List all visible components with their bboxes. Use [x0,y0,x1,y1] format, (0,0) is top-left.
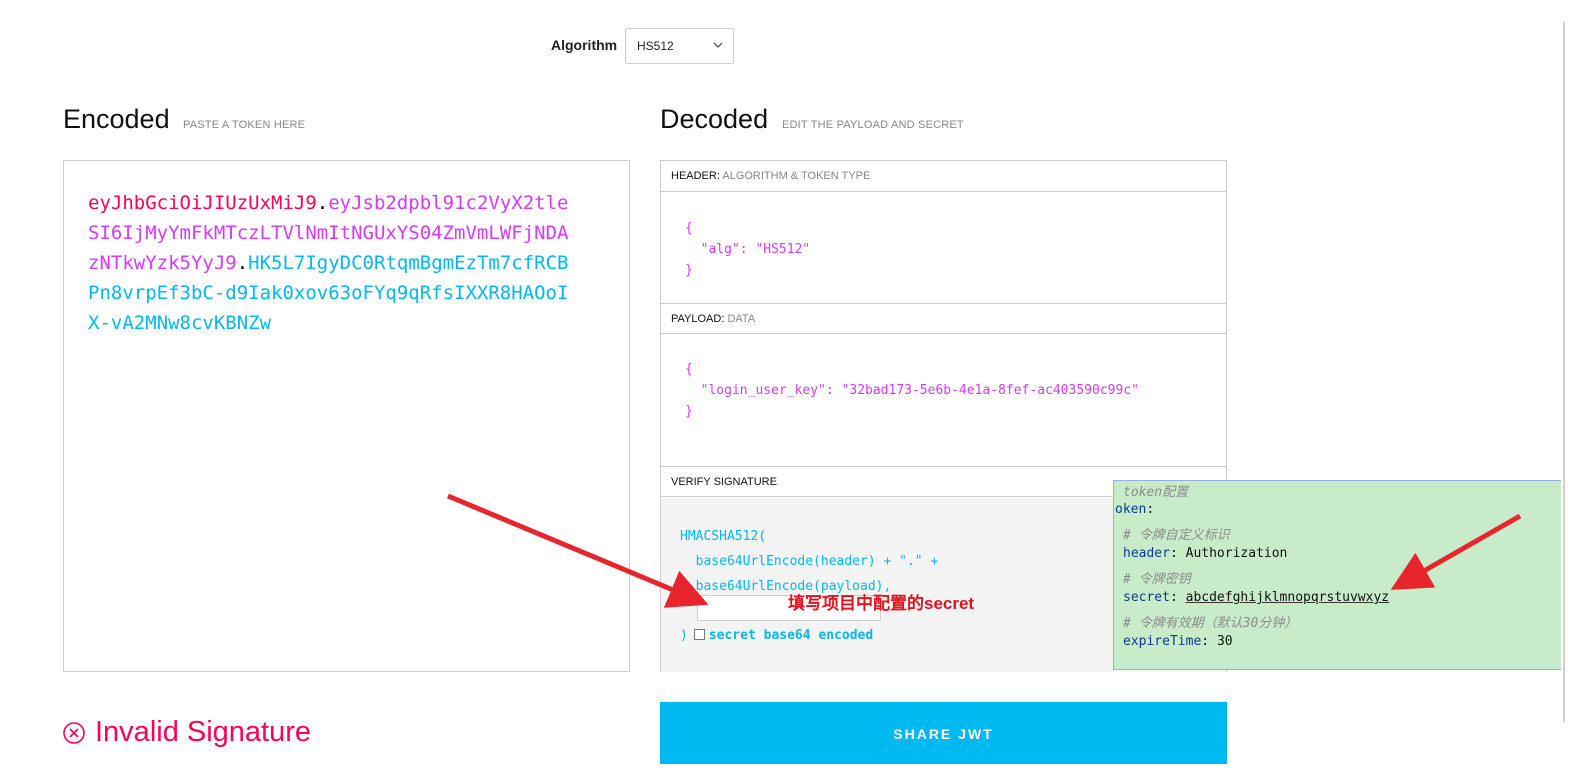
arrow-right-icon [1390,513,1522,590]
arrow-left-icon [447,493,709,608]
invalid-signature-text: Invalid Signature [95,716,312,748]
share-jwt-button[interactable]: SHARE JWT [660,702,1227,764]
close-circle-icon [63,722,85,744]
scrollbar-thumb[interactable] [1563,22,1565,722]
annotation-arrows [447,493,1522,608]
invalid-signature-status: Invalid Signature [63,716,311,749]
